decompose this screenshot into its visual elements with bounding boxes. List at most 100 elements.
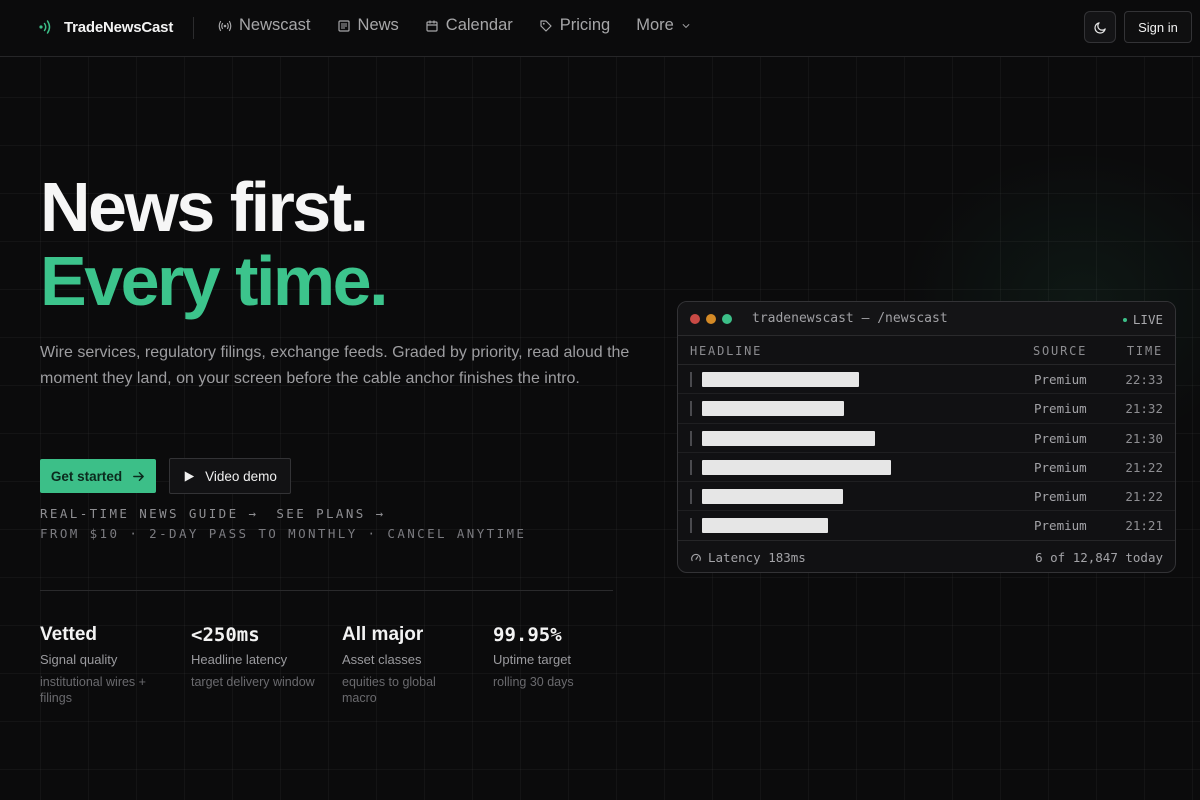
col-time: TIME xyxy=(1126,344,1163,358)
live-label: LIVE xyxy=(1132,312,1163,327)
nav-divider xyxy=(193,17,194,39)
stat-asset-classes: All major Asset classes equities to glob… xyxy=(342,624,493,706)
nav-item-newscast[interactable]: Newscast xyxy=(218,16,311,35)
gauge-icon xyxy=(691,553,701,561)
nav-label: Calendar xyxy=(445,16,513,34)
hero-subtitle: Wire services, regulatory filings, excha… xyxy=(40,344,630,387)
stat-uptime: 99.95% Uptime target rolling 30 days xyxy=(493,624,644,706)
stat-label: Uptime target xyxy=(493,652,572,667)
stat-note: target delivery window xyxy=(191,675,315,689)
row-time: 21:22 xyxy=(1125,489,1163,505)
window-close-dot xyxy=(690,313,700,324)
get-started-label: Get started xyxy=(50,468,123,484)
newscast-terminal: tradenewscast — /newscast LIVE HEADLINE … xyxy=(677,301,1176,573)
stat-label: Asset classes xyxy=(342,652,422,667)
row-source: Premium xyxy=(1034,401,1087,417)
terminal-title: tradenewscast — /newscast xyxy=(752,311,948,326)
hero-title: News first. Every time. xyxy=(40,170,389,320)
row-source: Premium xyxy=(1034,459,1087,475)
hero-title-line-2: Every time. xyxy=(40,242,389,320)
col-source: SOURCE xyxy=(1033,344,1088,358)
headline-row[interactable]: Premium 22:33 xyxy=(678,365,1175,395)
latency-text: Latency 183ms xyxy=(708,550,806,565)
get-started-button[interactable]: Get started xyxy=(40,459,156,493)
nav-item-news[interactable]: News xyxy=(337,16,399,35)
headline-row[interactable]: Premium 21:30 xyxy=(678,424,1175,453)
stat-value: Vetted xyxy=(40,624,98,645)
nav-item-calendar[interactable]: Calendar xyxy=(425,16,513,35)
headline-row[interactable]: Premium 21:21 xyxy=(678,511,1175,541)
nav-item-more[interactable]: More xyxy=(636,16,691,35)
row-time: 21:30 xyxy=(1125,430,1163,446)
terminal-footer: Latency 183ms 6 of 12,847 today xyxy=(678,540,1175,572)
redacted-headline xyxy=(702,372,859,387)
live-dot-icon xyxy=(1122,317,1127,322)
stat-headline-latency: <250ms Headline latency target delivery … xyxy=(191,624,342,706)
stat-label: Headline latency xyxy=(191,652,288,667)
arrow-right-icon xyxy=(133,471,145,481)
brand[interactable]: TradeNewsCast xyxy=(36,18,173,36)
play-icon xyxy=(184,470,195,482)
row-time: 21:21 xyxy=(1125,518,1163,534)
row-time: 21:32 xyxy=(1125,401,1163,417)
moon-icon xyxy=(1093,21,1106,34)
main-nav: Newscast News Calendar Pricing More xyxy=(218,16,691,35)
see-plans-link[interactable]: SEE PLANS → xyxy=(276,506,385,521)
redacted-headline xyxy=(702,401,844,417)
calendar-icon xyxy=(426,20,438,32)
latency-readout: Latency 183ms xyxy=(690,550,806,565)
priority-marker xyxy=(690,372,692,387)
priority-marker xyxy=(690,518,692,534)
window-minimize-dot xyxy=(706,313,716,324)
redacted-headline xyxy=(702,430,875,446)
nav-item-pricing[interactable]: Pricing xyxy=(539,16,610,35)
nav-label: More xyxy=(636,16,674,34)
news-guide-link[interactable]: REAL-TIME NEWS GUIDE → xyxy=(40,506,258,521)
priority-marker xyxy=(690,430,692,446)
nav-label: Pricing xyxy=(559,16,611,34)
video-demo-label: Video demo xyxy=(205,468,277,484)
headline-row[interactable]: Premium 21:22 xyxy=(678,482,1175,512)
row-source: Premium xyxy=(1034,518,1087,534)
pricing-line: FROM $10 · 2-DAY PASS TO MONTHLY · CANCE… xyxy=(40,526,527,541)
live-indicator: LIVE xyxy=(1122,312,1163,327)
headline-count: 6 of 12,847 today xyxy=(1035,550,1163,565)
col-headline: HEADLINE xyxy=(690,344,763,358)
divider xyxy=(40,590,613,591)
headline-row[interactable]: Premium 21:22 xyxy=(678,453,1175,483)
terminal-header: tradenewscast — /newscast LIVE xyxy=(678,302,1175,336)
headline-row[interactable]: Premium 21:32 xyxy=(678,394,1175,424)
stat-value: 99.95% xyxy=(493,624,562,646)
stat-label: Signal quality xyxy=(40,652,118,667)
row-source: Premium xyxy=(1034,430,1087,446)
stats-row: Vetted Signal quality institutional wire… xyxy=(40,624,644,706)
redacted-headline xyxy=(702,489,843,505)
stat-value: <250ms xyxy=(191,624,260,646)
headline-list: Premium 22:33 Premium 21:32 Premium 21:30 Prem… xyxy=(678,365,1175,541)
stat-note: equities to global macro xyxy=(342,675,436,705)
tag-icon xyxy=(540,19,552,32)
stat-note: rolling 30 days xyxy=(493,675,574,689)
row-time: 21:22 xyxy=(1125,459,1163,475)
priority-marker xyxy=(690,489,692,505)
broadcast-logo-icon xyxy=(36,18,54,36)
nav-label: Newscast xyxy=(239,16,311,34)
priority-marker xyxy=(690,459,692,475)
priority-marker xyxy=(690,401,692,417)
sign-in-button[interactable]: Sign in xyxy=(1124,11,1192,43)
stat-signal-quality: Vetted Signal quality institutional wire… xyxy=(40,624,191,706)
top-nav: TradeNewsCast Newscast News Calendar Pri… xyxy=(0,0,1200,57)
redacted-headline xyxy=(702,518,828,534)
newspaper-icon xyxy=(337,19,350,32)
nav-label: News xyxy=(357,16,399,34)
redacted-headline xyxy=(702,459,891,475)
brand-name: TradeNewsCast xyxy=(64,18,174,36)
video-demo-button[interactable]: Video demo xyxy=(169,458,291,494)
stat-value: All major xyxy=(342,624,424,645)
broadcast-icon xyxy=(218,20,232,31)
table-header: HEADLINE SOURCE TIME xyxy=(678,336,1175,365)
row-time: 22:33 xyxy=(1125,372,1163,387)
row-source: Premium xyxy=(1034,372,1087,387)
theme-toggle-button[interactable] xyxy=(1084,11,1116,43)
window-maximize-dot xyxy=(722,313,732,324)
